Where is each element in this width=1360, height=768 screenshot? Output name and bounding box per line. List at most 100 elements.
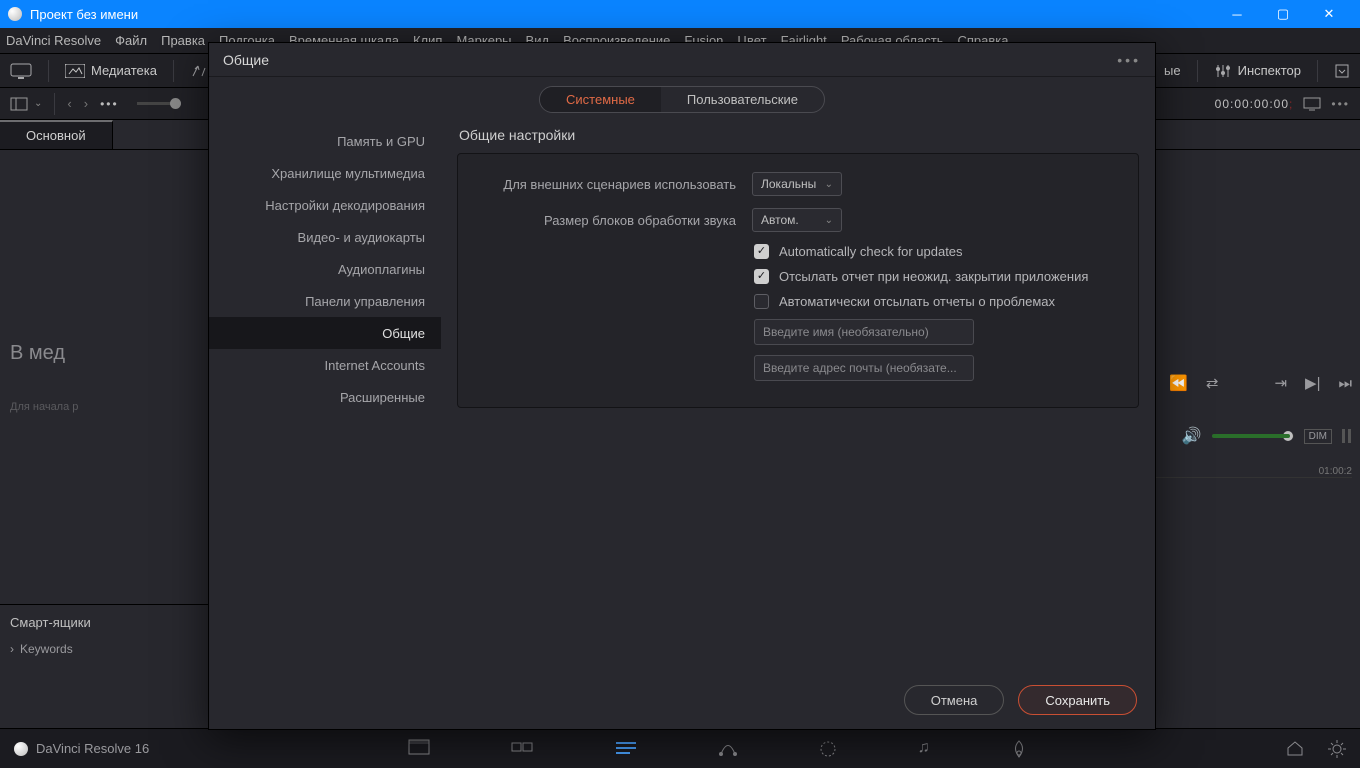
tab-user[interactable]: Пользовательские	[661, 87, 824, 112]
sidebar-item-memory[interactable]: Память и GPU	[209, 125, 441, 157]
transport-controls: ⏮ ⏪ ⇄ ⇥ ▶| ⏭	[1138, 374, 1352, 392]
sidebar-item-decode[interactable]: Настройки декодирования	[209, 189, 441, 221]
page-media-icon[interactable]	[408, 739, 430, 759]
inspector-label: Инспектор	[1238, 63, 1301, 78]
dialog-title: Общие	[223, 52, 269, 68]
expand-icon[interactable]	[1334, 63, 1350, 79]
label-external-scripting: Для внешних сценариев использовать	[478, 177, 736, 192]
tab-system[interactable]: Системные	[540, 87, 661, 112]
select-value: Автом.	[761, 213, 799, 227]
overflow-icon[interactable]: •••	[1331, 97, 1350, 111]
display-icon[interactable]	[10, 63, 32, 79]
page-color-icon[interactable]	[818, 739, 838, 759]
page-fairlight-icon[interactable]: ♫	[918, 739, 930, 759]
dim-button[interactable]: DIM	[1304, 429, 1332, 444]
checkbox-auto-updates[interactable]	[754, 244, 769, 259]
chevron-down-icon: ⌄	[825, 215, 833, 226]
separator	[1197, 60, 1198, 82]
left-panel: В мед Для начала р Смарт-ящики › Keyword…	[0, 150, 210, 694]
sidebar-item-av-io[interactable]: Видео- и аудиокарты	[209, 221, 441, 253]
sidebar-item-control-panels[interactable]: Панели управления	[209, 285, 441, 317]
timeline-ruler[interactable]: 01:00:2	[1152, 456, 1352, 478]
input-name[interactable]: Введите имя (необязательно)	[754, 319, 974, 345]
separator	[173, 60, 174, 82]
dialog-header: Общие •••	[209, 43, 1155, 77]
label-auto-updates: Automatically check for updates	[779, 244, 963, 259]
more-icon[interactable]: •••	[100, 97, 119, 111]
meter-icon[interactable]	[1342, 427, 1352, 445]
save-button[interactable]: Сохранить	[1018, 685, 1137, 715]
dialog-sidebar: Память и GPU Хранилище мультимедиа Настр…	[209, 121, 441, 671]
window-titlebar: Проект без имени ─ ▢ ✕	[0, 0, 1360, 28]
app-name-label: DaVinci Resolve 16	[36, 741, 149, 756]
nav-next-icon[interactable]: ›	[84, 96, 88, 111]
page-edit-icon[interactable]	[614, 739, 638, 759]
app-logo-icon	[14, 742, 28, 756]
monitor-icon[interactable]	[1303, 97, 1321, 111]
select-external-scripting[interactable]: Локальны ⌄	[752, 172, 842, 196]
window-minimize-button[interactable]: ─	[1214, 0, 1260, 28]
checkbox-auto-send[interactable]	[754, 294, 769, 309]
keywords-label: Keywords	[20, 642, 73, 656]
loop-icon[interactable]: ⇄	[1206, 374, 1219, 392]
checkbox-crash-report[interactable]	[754, 269, 769, 284]
cancel-button[interactable]: Отмена	[904, 685, 1005, 715]
prev-clip-icon[interactable]: ⏪	[1169, 374, 1188, 392]
menu-item[interactable]: DaVinci Resolve	[6, 33, 101, 48]
speaker-icon[interactable]: 🔊	[1182, 426, 1202, 446]
segmented-control: Системные Пользовательские	[539, 86, 825, 113]
volume-slider[interactable]	[1212, 434, 1294, 438]
sidebar-item-advanced[interactable]: Расширенные	[209, 381, 441, 413]
ruler-end-label: 01:00:2	[1319, 466, 1352, 477]
zoom-slider[interactable]	[137, 102, 181, 105]
menu-item[interactable]: Правка	[161, 33, 205, 48]
mixer-icon[interactable]: Инспектор	[1214, 63, 1301, 79]
effects-icon[interactable]	[190, 63, 208, 79]
tab-main[interactable]: Основной	[0, 120, 113, 149]
dialog-content: Общие настройки Для внешних сценариев ис…	[441, 121, 1155, 671]
smart-bins-panel: Смарт-ящики › Keywords	[0, 604, 210, 694]
media-pool-button[interactable]: Медиатека	[65, 63, 157, 78]
truncated-label: ые	[1164, 63, 1181, 78]
timecode-display[interactable]: 00:00:00:00;	[1215, 97, 1294, 111]
empty-state-subtitle: Для начала р	[10, 401, 78, 413]
separator	[48, 60, 49, 82]
page-fusion-icon[interactable]	[718, 739, 738, 759]
empty-state-title: В мед	[10, 342, 65, 365]
window-title: Проект без имени	[30, 7, 138, 22]
separator	[54, 93, 55, 115]
label-auto-send: Автоматически отсылать отчеты о проблема…	[779, 294, 1055, 309]
page-deliver-icon[interactable]	[1010, 739, 1028, 759]
gear-icon[interactable]	[1328, 740, 1346, 758]
input-email[interactable]: Введите адрес почты (необязате...	[754, 355, 974, 381]
window-close-button[interactable]: ✕	[1306, 0, 1352, 28]
keywords-row[interactable]: › Keywords	[10, 642, 200, 656]
next-clip-icon[interactable]: ▶|	[1305, 374, 1320, 392]
dialog-footer: Отмена Сохранить	[209, 671, 1155, 729]
next-clip-mark-icon[interactable]: ⇥	[1274, 374, 1287, 392]
sidebar-item-media-storage[interactable]: Хранилище мультимедиа	[209, 157, 441, 189]
menu-item[interactable]: Файл	[115, 33, 147, 48]
label-crash-report: Отсылать отчет при неожид. закрытии прил…	[779, 269, 1088, 284]
separator	[1317, 60, 1318, 82]
select-value: Локальны	[761, 177, 816, 191]
media-pool-label: Медиатека	[91, 63, 157, 78]
general-settings-panel: Для внешних сценариев использовать Локал…	[457, 153, 1139, 408]
sidebar-item-general[interactable]: Общие	[209, 317, 441, 349]
chevron-right-icon: ›	[10, 642, 14, 656]
section-title: Общие настройки	[459, 127, 1139, 143]
sidebar-item-audio-plugins[interactable]: Аудиоплагины	[209, 253, 441, 285]
select-audio-block[interactable]: Автом. ⌄	[752, 208, 842, 232]
window-maximize-button[interactable]: ▢	[1260, 0, 1306, 28]
nav-prev-icon[interactable]: ‹	[67, 96, 71, 111]
label-audio-block: Размер блоков обработки звука	[478, 213, 736, 228]
smart-bins-title: Смарт-ящики	[10, 615, 200, 630]
chevron-down-icon: ⌄	[825, 179, 833, 190]
last-frame-icon[interactable]: ⏭	[1338, 375, 1352, 392]
home-icon[interactable]	[1286, 740, 1304, 758]
chevron-down-icon: ⌄	[34, 98, 42, 109]
dialog-menu-icon[interactable]: •••	[1117, 52, 1141, 68]
sidebar-item-internet[interactable]: Internet Accounts	[209, 349, 441, 381]
layout-icon[interactable]: ⌄	[10, 97, 42, 111]
page-cut-icon[interactable]	[510, 739, 534, 759]
